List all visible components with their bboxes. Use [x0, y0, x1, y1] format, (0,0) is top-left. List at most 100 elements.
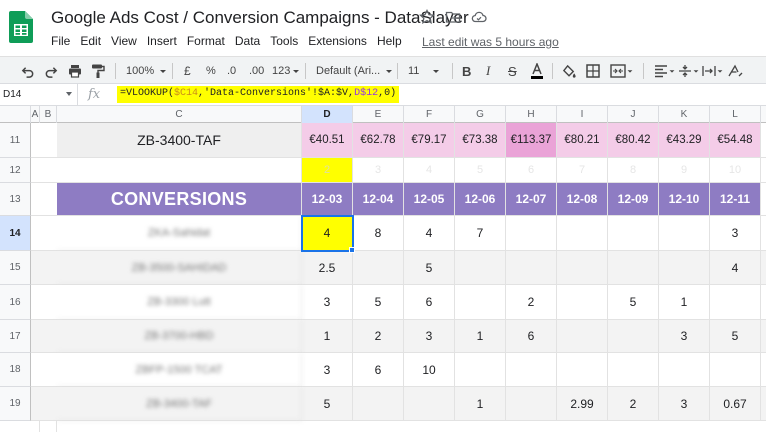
row-header-14[interactable]: 14 [0, 216, 31, 251]
cell-j19[interactable]: 2 [608, 387, 659, 421]
last-edit-link[interactable]: Last edit was 5 hours ago [422, 35, 559, 49]
campaign-name-redacted[interactable]: ZB-3300 Lutt [57, 285, 302, 320]
cell-f19[interactable] [404, 387, 455, 421]
column-header-e[interactable]: E [353, 106, 404, 123]
zoom-select[interactable]: 100% [126, 62, 168, 80]
cell-e17[interactable]: 2 [353, 320, 404, 353]
cell-k15[interactable] [659, 251, 710, 285]
more-formats-select[interactable]: 123 [272, 62, 301, 80]
google-sheets-logo-icon[interactable] [9, 11, 33, 43]
star-icon[interactable] [419, 9, 435, 25]
date-header-cell[interactable]: 12-10 [659, 183, 710, 216]
row-header-12[interactable]: 12 [0, 158, 31, 183]
strikethrough-button[interactable]: S [508, 62, 517, 80]
fill-color-button[interactable] [562, 62, 577, 80]
menu-edit[interactable]: Edit [80, 34, 106, 48]
column-index-cell[interactable]: 3 [353, 158, 404, 183]
cell-i18[interactable] [557, 353, 608, 387]
column-header-a[interactable]: A [31, 106, 40, 123]
date-header-cell[interactable]: 12-08 [557, 183, 608, 216]
decrease-decimals-button[interactable]: .0 [227, 62, 236, 80]
cell-f15[interactable]: 5 [404, 251, 455, 285]
italic-button[interactable]: I [486, 62, 490, 80]
cell-h17[interactable]: 6 [506, 320, 557, 353]
column-header-k[interactable]: K [659, 106, 710, 123]
column-header-f[interactable]: F [404, 106, 455, 123]
empty-label-cell[interactable] [57, 158, 302, 183]
date-header-cell[interactable]: 12-05 [404, 183, 455, 216]
cell-f18[interactable]: 10 [404, 353, 455, 387]
cell-g14[interactable]: 7 [455, 216, 506, 251]
bold-button[interactable]: B [462, 62, 471, 80]
cell-d16[interactable]: 3 [302, 285, 353, 320]
cell-e14[interactable]: 8 [353, 216, 404, 251]
cell-l16[interactable] [710, 285, 761, 320]
redo-button[interactable] [44, 62, 59, 80]
campaign-name-redacted[interactable]: ZKA-Sahidat [57, 216, 302, 251]
column-index-cell[interactable]: 10 [710, 158, 761, 183]
increase-decimals-button[interactable]: .00 [249, 62, 264, 80]
column-header-d[interactable]: D [302, 106, 353, 123]
date-header-cell[interactable]: 12-11 [710, 183, 761, 216]
active-cell-selection[interactable] [301, 215, 354, 252]
cell-l19[interactable]: 0.67 [710, 387, 761, 421]
cell-d17[interactable]: 1 [302, 320, 353, 353]
cell-g18[interactable] [455, 353, 506, 387]
select-all-corner[interactable] [0, 106, 31, 123]
column-header-h[interactable]: H [506, 106, 557, 123]
date-header-cell[interactable]: 12-03 [302, 183, 353, 216]
date-header-cell[interactable]: 12-09 [608, 183, 659, 216]
cost-cell[interactable]: €80.42 [608, 123, 659, 158]
menu-extensions[interactable]: Extensions [308, 34, 372, 48]
cell-f14[interactable]: 4 [404, 216, 455, 251]
cell-g17[interactable]: 1 [455, 320, 506, 353]
column-index-cell[interactable]: 9 [659, 158, 710, 183]
name-box[interactable]: D14 [0, 84, 78, 105]
campaign-name-redacted[interactable]: ZB-3700-HBD [57, 320, 302, 353]
vertical-align-button[interactable] [678, 62, 700, 80]
campaign-name-redacted[interactable]: ZB-3400-TAF [57, 387, 302, 421]
column-index-cell[interactable]: 2 [302, 158, 353, 183]
column-header-i[interactable]: I [557, 106, 608, 123]
column-header-l[interactable]: L [710, 106, 761, 123]
cell-e15[interactable] [353, 251, 404, 285]
row-header-11[interactable]: 11 [0, 123, 31, 158]
date-header-cell[interactable]: 12-04 [353, 183, 404, 216]
print-button[interactable] [67, 62, 83, 80]
horizontal-align-button[interactable] [654, 62, 676, 80]
cell-d15[interactable]: 2.5 [302, 251, 353, 285]
document-title[interactable]: Google Ads Cost / Conversion Campaigns -… [51, 8, 469, 28]
text-wrapping-button[interactable] [702, 62, 724, 80]
cell-j16[interactable]: 5 [608, 285, 659, 320]
merge-cells-button[interactable] [610, 62, 634, 80]
cell-l14[interactable]: 3 [710, 216, 761, 251]
row-header-17[interactable]: 17 [0, 320, 31, 353]
column-index-cell[interactable]: 4 [404, 158, 455, 183]
column-index-cell[interactable]: 6 [506, 158, 557, 183]
cost-cell[interactable]: €62.78 [353, 123, 404, 158]
cloud-saved-icon[interactable] [471, 9, 487, 25]
cell-k19[interactable]: 3 [659, 387, 710, 421]
cell-h19[interactable] [506, 387, 557, 421]
menu-help[interactable]: Help [377, 34, 407, 48]
cell-i19[interactable]: 2.99 [557, 387, 608, 421]
cell-j18[interactable] [608, 353, 659, 387]
cell-g19[interactable]: 1 [455, 387, 506, 421]
format-currency-button[interactable]: £ [184, 62, 191, 80]
cell-g15[interactable] [455, 251, 506, 285]
move-to-folder-icon[interactable] [445, 9, 461, 25]
cell-k14[interactable] [659, 216, 710, 251]
cell-i14[interactable] [557, 216, 608, 251]
row-header-13[interactable]: 13 [0, 183, 31, 216]
cell-k17[interactable]: 3 [659, 320, 710, 353]
cost-cell[interactable]: €73.38 [455, 123, 506, 158]
campaign-name-redacted[interactable]: ZB-3500-SAHIDAD [57, 251, 302, 285]
cell-l18[interactable] [710, 353, 761, 387]
row-header-16[interactable]: 16 [0, 285, 31, 320]
column-header-c[interactable]: C [57, 106, 302, 123]
cell-j17[interactable] [608, 320, 659, 353]
cell-i16[interactable] [557, 285, 608, 320]
text-color-button[interactable] [530, 62, 544, 80]
formula-input[interactable]: =VLOOKUP($C14,'Data-Conversions'!$A:$V,D… [117, 86, 400, 103]
menu-format[interactable]: Format [187, 34, 230, 48]
